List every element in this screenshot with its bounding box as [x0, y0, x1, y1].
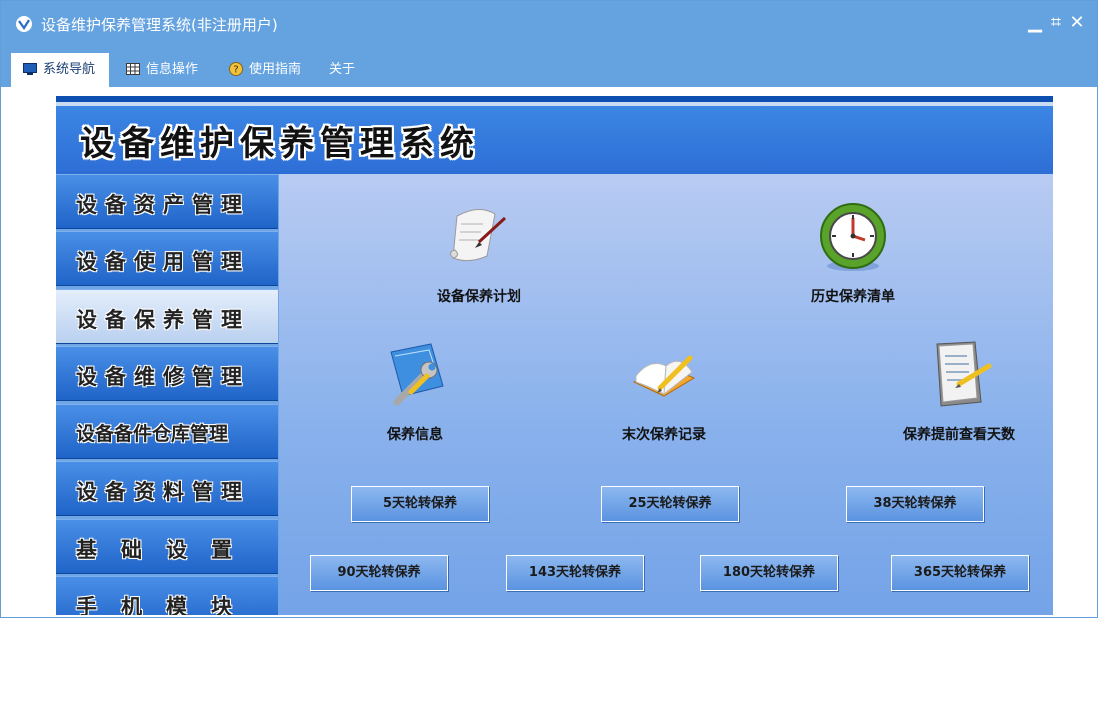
notebook-pencil-icon — [632, 355, 696, 397]
rotate-365-days-button[interactable]: 365天轮转保养 — [891, 555, 1029, 591]
rotate-25-days-button[interactable]: 25天轮转保养 — [601, 486, 739, 522]
feature-advance-view-days[interactable]: 保养提前查看天数 — [879, 338, 1039, 444]
rotate-143-days-button[interactable]: 143天轮转保养 — [506, 555, 644, 591]
tab-info-ops[interactable]: 信息操作 — [126, 53, 198, 87]
sidebar-item-mobile-module[interactable]: 手机模块 — [56, 576, 278, 615]
clock-icon — [820, 203, 886, 271]
restore-icon: ⌗ — [1050, 12, 1062, 33]
close-icon: ✕ — [1069, 12, 1085, 33]
app-window: 设备维护保养管理系统(非注册用户) ▁ ⌗ ✕ 系统导航 信息操作 ? 使用指南… — [0, 0, 1098, 618]
main-stage: 设备维护保养管理系统 设备资产管理 设备使用管理 设备保养管理 设备维修管理 设… — [56, 96, 1053, 615]
feature-label: 末次保养记录 — [622, 427, 706, 443]
app-logo-icon — [16, 16, 32, 32]
feature-label: 保养信息 — [387, 427, 443, 443]
grid-icon — [126, 62, 140, 75]
sidebar: 设备资产管理 设备使用管理 设备保养管理 设备维修管理 设备备件仓库管理 设备资… — [56, 174, 279, 615]
sidebar-item-usage-mgmt[interactable]: 设备使用管理 — [56, 231, 278, 286]
sidebar-item-label: 设备备件仓库管理 — [76, 423, 229, 445]
tab-about[interactable]: 关于 — [329, 53, 355, 87]
close-button[interactable]: ✕ — [1068, 13, 1086, 33]
rotate-38-days-button[interactable]: 38天轮转保养 — [846, 486, 984, 522]
sidebar-item-documents-mgmt[interactable]: 设备资料管理 — [56, 461, 278, 516]
restore-button[interactable]: ⌗ — [1047, 13, 1065, 33]
menu-label: 系统导航 — [43, 62, 96, 77]
sidebar-item-label: 手机模块 — [76, 594, 256, 615]
feature-last-maintenance-record[interactable]: 末次保养记录 — [594, 338, 734, 444]
scroll-pen-icon — [449, 209, 507, 262]
sidebar-item-label: 基础设置 — [76, 537, 256, 562]
menu-label: 使用指南 — [249, 62, 302, 77]
sidebar-item-asset-mgmt[interactable]: 设备资产管理 — [56, 174, 278, 229]
rotate-90-days-button[interactable]: 90天轮转保养 — [310, 555, 448, 591]
menu-label: 信息操作 — [146, 62, 199, 77]
sidebar-item-label: 设备保养管理 — [76, 307, 250, 332]
feature-label: 历史保养清单 — [811, 289, 895, 305]
help-icon: ? — [229, 61, 243, 76]
sidebar-item-spare-parts-mgmt[interactable]: 设备备件仓库管理 — [56, 404, 278, 459]
feature-label: 保养提前查看天数 — [903, 427, 1015, 443]
sidebar-item-label: 设备使用管理 — [76, 249, 250, 274]
menu-label: 关于 — [329, 62, 356, 77]
minimize-icon: ▁ — [1028, 12, 1042, 33]
svg-text:?: ? — [233, 64, 238, 75]
sidebar-item-label: 设备维修管理 — [76, 364, 250, 389]
document-pencil-icon — [936, 341, 992, 407]
rotate-5-days-button[interactable]: 5天轮转保养 — [351, 486, 489, 522]
feature-maintenance-info[interactable]: 保养信息 — [345, 338, 485, 444]
sidebar-item-basic-settings[interactable]: 基础设置 — [56, 519, 278, 574]
wrench-folder-icon — [390, 343, 444, 406]
minimize-button[interactable]: ▁ — [1026, 13, 1044, 33]
sidebar-item-repair-mgmt[interactable]: 设备维修管理 — [56, 346, 278, 401]
banner-title: 设备维护保养管理系统 — [80, 124, 480, 164]
tab-system-nav[interactable]: 系统导航 — [11, 53, 109, 87]
sidebar-item-label: 设备资料管理 — [76, 479, 250, 504]
rotate-180-days-button[interactable]: 180天轮转保养 — [700, 555, 838, 591]
feature-label: 设备保养计划 — [437, 289, 521, 305]
feature-history-list[interactable]: 历史保养清单 — [783, 200, 923, 306]
sidebar-item-maintenance-mgmt[interactable]: 设备保养管理 — [56, 289, 278, 344]
feature-maintenance-plan[interactable]: 设备保养计划 — [409, 200, 549, 306]
menu-bar: 系统导航 信息操作 ? 使用指南 关于 — [1, 47, 1097, 87]
window-title: 设备维护保养管理系统(非注册用户) — [41, 16, 278, 34]
banner: 设备维护保养管理系统 — [56, 106, 1053, 174]
monitor-icon — [23, 62, 37, 75]
sidebar-item-label: 设备资产管理 — [76, 192, 250, 217]
content-panel: 设备保养计划 历史保养清单 保养信息 末次保养记录 保养提前查看天数 5天轮转保… — [279, 174, 1053, 615]
tab-user-guide[interactable]: ? 使用指南 — [229, 53, 301, 87]
title-bar[interactable]: 设备维护保养管理系统(非注册用户) ▁ ⌗ ✕ — [1, 1, 1097, 47]
